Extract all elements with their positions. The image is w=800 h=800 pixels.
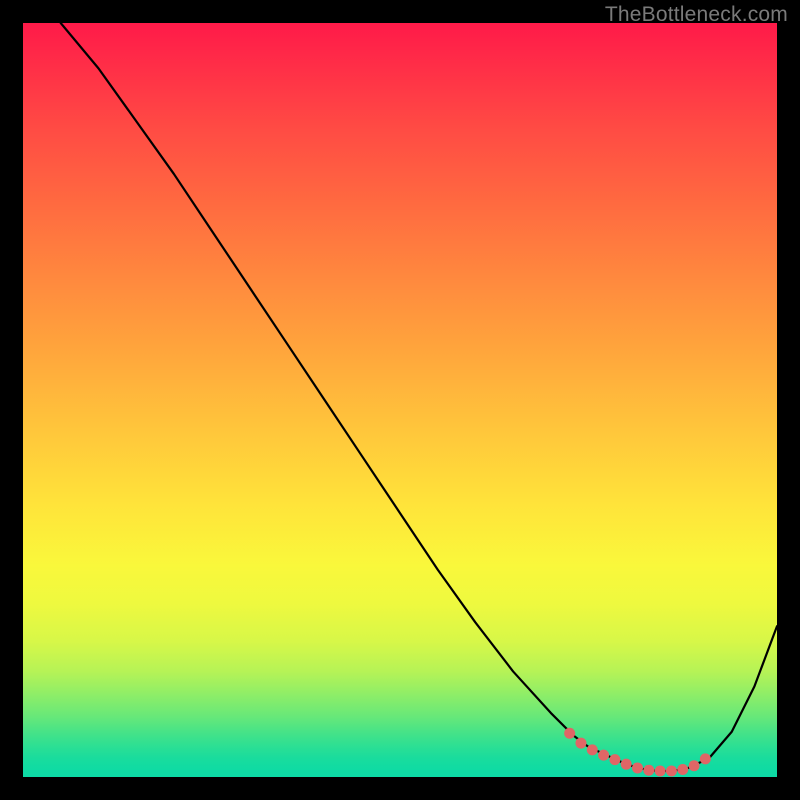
gradient-background xyxy=(23,23,777,777)
plot-area xyxy=(23,23,777,777)
watermark-text: TheBottleneck.com xyxy=(605,3,788,27)
chart-stage: TheBottleneck.com xyxy=(0,0,800,800)
